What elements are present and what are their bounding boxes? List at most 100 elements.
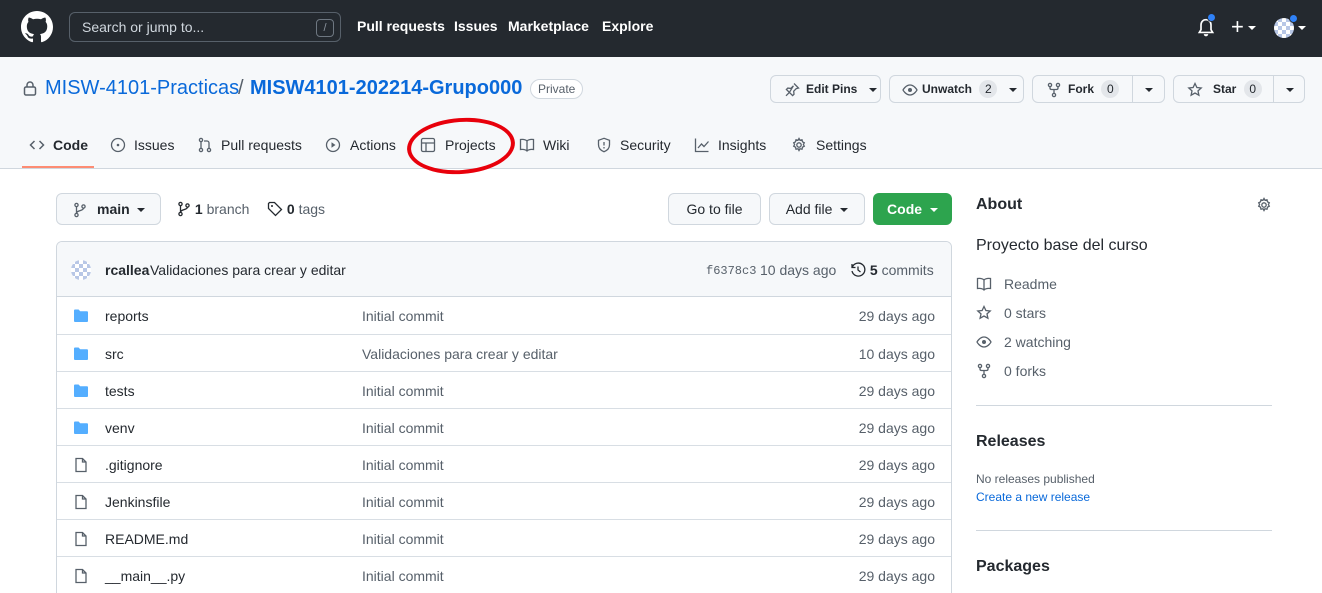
create-new-button[interactable]: + xyxy=(1231,14,1256,40)
plus-icon: + xyxy=(1231,14,1244,39)
file-name[interactable]: Jenkinsfile xyxy=(105,494,170,510)
chevron-down-icon xyxy=(840,208,849,213)
unwatch-label: Unwatch xyxy=(922,82,973,96)
file-commit-message[interactable]: Initial commit xyxy=(362,494,444,510)
nav-pull-requests[interactable]: Pull requests xyxy=(357,18,445,34)
commit-message[interactable]: Validaciones para crear y editar xyxy=(150,262,346,278)
sidebar-divider xyxy=(976,405,1272,406)
repo-owner-link[interactable]: MISW-4101-Practicas xyxy=(45,77,239,100)
branch-label: branch xyxy=(206,201,250,217)
gear-icon xyxy=(792,137,806,152)
global-header: Search or jump to... / Pull requests Iss… xyxy=(0,0,1322,57)
file-name[interactable]: src xyxy=(105,346,124,362)
search-input[interactable]: Search or jump to... / xyxy=(69,12,341,42)
gear-icon[interactable] xyxy=(1256,197,1272,213)
add-file-button[interactable]: Add file xyxy=(769,193,865,225)
branch-selector-button[interactable]: main xyxy=(56,193,161,225)
file-age: 29 days ago xyxy=(858,568,935,584)
fork-dropdown[interactable] xyxy=(1132,76,1165,102)
latest-commit-bar: rcallea Validaciones para crear y editar… xyxy=(57,242,951,297)
lock-icon xyxy=(23,81,37,96)
tags-link[interactable]: 0 tags xyxy=(267,201,325,217)
file-row[interactable]: tests Initial commit 29 days ago xyxy=(57,371,951,408)
history-icon xyxy=(851,262,866,277)
file-row[interactable]: reports Initial commit 29 days ago xyxy=(57,297,951,334)
star-label: Star xyxy=(1213,82,1237,96)
avatar-chevron-down-icon[interactable] xyxy=(1298,26,1306,30)
folder-icon xyxy=(74,421,88,434)
star-dropdown[interactable] xyxy=(1273,76,1305,102)
file-commit-message[interactable]: Initial commit xyxy=(362,383,444,399)
commit-author[interactable]: rcallea xyxy=(105,262,149,278)
tag-count: 0 xyxy=(286,201,295,217)
search-shortcut-key: / xyxy=(316,19,334,37)
nav-explore[interactable]: Explore xyxy=(602,18,653,34)
graph-icon xyxy=(694,138,709,153)
folder-icon xyxy=(74,309,88,322)
file-row[interactable]: src Validaciones para crear y editar 10 da… xyxy=(57,334,951,371)
chevron-down-icon xyxy=(1008,87,1017,92)
edit-pins-button[interactable]: Edit Pins xyxy=(770,75,881,103)
file-row[interactable]: Jenkinsfile Initial commit 29 days ago xyxy=(57,482,951,519)
eye-icon xyxy=(902,84,918,96)
file-name[interactable]: venv xyxy=(105,420,135,436)
file-age: 29 days ago xyxy=(858,531,935,547)
file-commit-message[interactable]: Initial commit xyxy=(362,308,444,324)
notification-indicator xyxy=(1207,13,1216,22)
tab-security[interactable]: Security xyxy=(596,137,671,153)
chevron-down-icon xyxy=(929,208,938,213)
tab-code[interactable]: Code xyxy=(29,137,88,153)
search-placeholder: Search or jump to... xyxy=(82,19,205,35)
book-icon xyxy=(976,277,992,291)
file-commit-message[interactable]: Initial commit xyxy=(362,420,444,436)
commit-author-avatar[interactable] xyxy=(71,260,91,280)
tab-insights[interactable]: Insights xyxy=(694,137,766,153)
file-row[interactable]: venv Initial commit 29 days ago xyxy=(57,408,951,445)
chevron-down-icon xyxy=(1247,26,1256,31)
file-commit-message[interactable]: Initial commit xyxy=(362,531,444,547)
commits-link[interactable]: 5 commits xyxy=(850,262,934,278)
file-name[interactable]: .gitignore xyxy=(105,457,163,473)
file-commit-message[interactable]: Validaciones para crear y editar xyxy=(362,346,558,362)
create-release-link[interactable]: Create a new release xyxy=(976,490,1090,504)
code-button[interactable]: Code xyxy=(873,193,952,225)
file-commit-message[interactable]: Initial commit xyxy=(362,457,444,473)
about-heading: About xyxy=(976,196,1023,213)
star-button[interactable]: Star 0 xyxy=(1173,75,1305,103)
tab-settings[interactable]: Settings xyxy=(791,137,867,153)
branches-link[interactable]: 1 branch xyxy=(177,201,249,217)
unwatch-button[interactable]: Unwatch 2 xyxy=(889,75,1024,103)
tab-actions[interactable]: Actions xyxy=(325,137,396,153)
file-age: 29 days ago xyxy=(858,494,935,510)
play-icon xyxy=(325,137,341,153)
go-to-file-button[interactable]: Go to file xyxy=(668,193,761,225)
file-row[interactable]: .gitignore Initial commit 29 days ago xyxy=(57,445,951,482)
nav-marketplace[interactable]: Marketplace xyxy=(508,18,589,34)
file-age: 29 days ago xyxy=(858,383,935,399)
tag-icon xyxy=(267,201,283,217)
eye-icon xyxy=(976,336,992,348)
fork-button[interactable]: Fork 0 xyxy=(1032,75,1165,103)
repo-name-link[interactable]: MISW4101-202214-Grupo000 xyxy=(250,77,522,100)
github-logo-icon[interactable] xyxy=(21,11,53,43)
file-row[interactable]: __main__.py Initial commit 29 days ago xyxy=(57,556,951,593)
file-name[interactable]: reports xyxy=(105,308,149,324)
file-row[interactable]: README.md Initial commit 29 days ago xyxy=(57,519,951,556)
file-icon xyxy=(75,457,87,473)
file-name[interactable]: tests xyxy=(105,383,135,399)
file-name[interactable]: README.md xyxy=(105,531,188,547)
chevron-down-icon xyxy=(868,87,877,92)
nav-issues[interactable]: Issues xyxy=(454,18,498,34)
file-name[interactable]: __main__.py xyxy=(105,568,185,584)
tab-pull-requests[interactable]: Pull requests xyxy=(197,137,302,153)
file-icon xyxy=(75,568,87,584)
commit-sha[interactable]: f6378c3 xyxy=(706,264,756,278)
releases-heading[interactable]: Releases xyxy=(976,433,1045,451)
active-tab-indicator xyxy=(22,166,94,168)
tab-wiki[interactable]: Wiki xyxy=(519,137,569,153)
tab-issues[interactable]: Issues xyxy=(110,137,174,153)
star-icon xyxy=(976,305,992,320)
packages-heading[interactable]: Packages xyxy=(976,558,1050,576)
file-commit-message[interactable]: Initial commit xyxy=(362,568,444,584)
commit-age: 10 days ago xyxy=(760,262,837,278)
